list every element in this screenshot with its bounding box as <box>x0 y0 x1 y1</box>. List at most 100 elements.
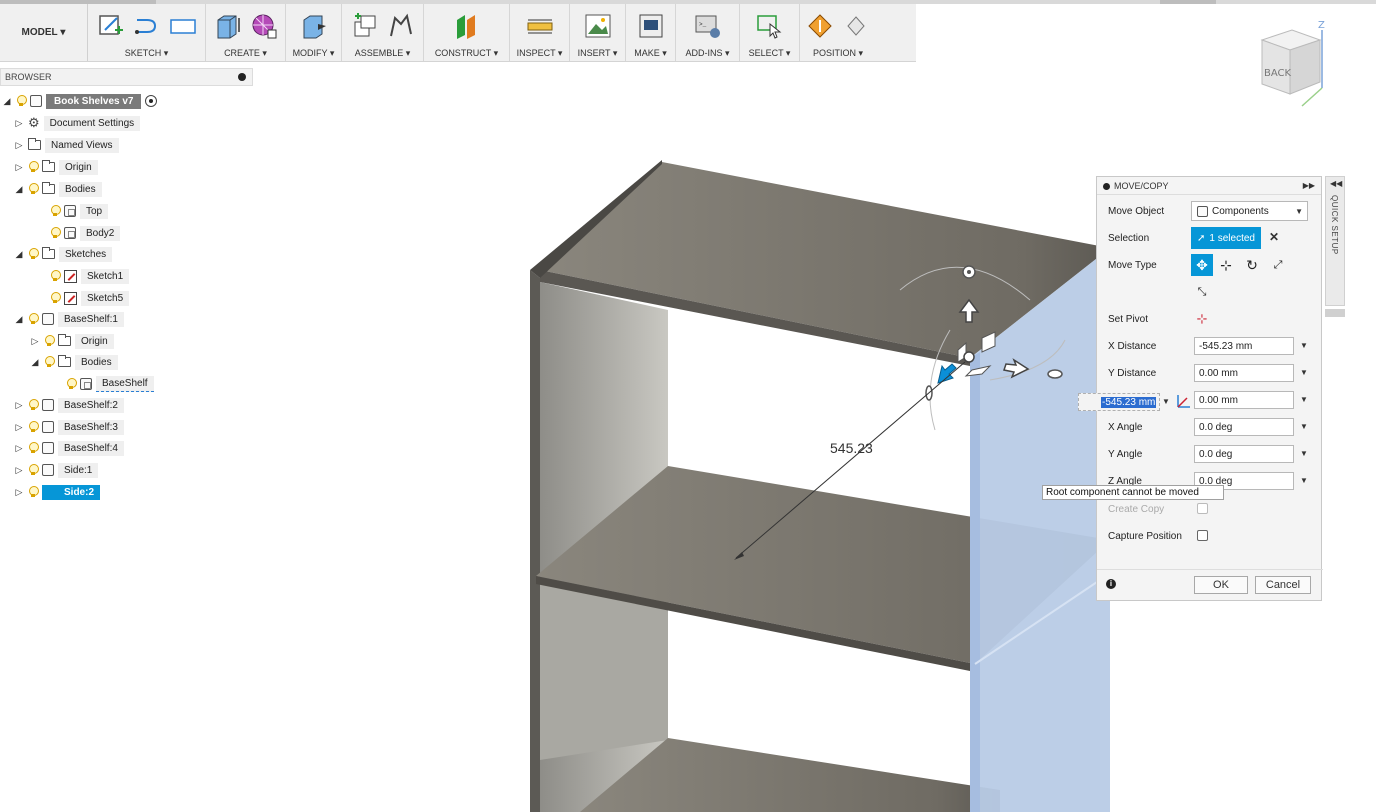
tree-item-named-views[interactable]: ▷ Named Views <box>14 136 119 154</box>
tree-item-baseshelf-body[interactable]: BaseShelf <box>66 375 154 393</box>
visibility-bulb-icon[interactable] <box>28 442 39 454</box>
tree-item-baseshelf-1[interactable]: ◢ BaseShelf:1 <box>14 310 124 328</box>
move-object-dropdown[interactable]: Components ▼ <box>1191 201 1308 221</box>
selection-button[interactable]: ➚ 1 selected <box>1191 227 1261 249</box>
visibility-bulb-icon[interactable] <box>28 464 39 476</box>
panel-handle[interactable] <box>1325 309 1345 317</box>
visibility-bulb-icon[interactable] <box>28 183 39 195</box>
tree-item-bodies[interactable]: ◢ Bodies <box>14 180 102 198</box>
visibility-bulb-icon[interactable] <box>28 161 39 173</box>
toolbar-group-select[interactable]: SELECT ▾ <box>740 4 800 61</box>
visibility-bulb-icon[interactable] <box>28 313 39 325</box>
toolbar-group-addins[interactable]: >_ ADD-INS ▾ <box>676 4 740 61</box>
tree-root[interactable]: ◢ Book Shelves v7 <box>2 92 158 110</box>
chevron-down-icon[interactable]: ▼ <box>1300 368 1308 377</box>
expand-triangle-icon[interactable]: ▷ <box>14 400 24 410</box>
tree-item-sketches[interactable]: ◢ Sketches <box>14 245 113 263</box>
expand-triangle-icon[interactable]: ▷ <box>14 140 24 150</box>
chevron-down-icon[interactable]: ▼ <box>1300 341 1308 350</box>
joint-icon[interactable] <box>387 12 415 40</box>
collapse-triangle-icon[interactable]: ◢ <box>30 357 40 367</box>
visibility-bulb-icon[interactable] <box>50 227 61 239</box>
tree-item-side-1[interactable]: ▷ Side:1 <box>14 461 99 479</box>
capture-position-icon[interactable] <box>806 12 834 40</box>
y-angle-input[interactable]: 0.0 deg <box>1194 445 1294 463</box>
toolbar-group-create[interactable]: CREATE ▾ <box>206 4 286 61</box>
activate-radio-icon[interactable] <box>145 95 158 107</box>
toolbar-group-sketch[interactable]: SKETCH ▾ <box>88 4 206 61</box>
expand-dialog-icon[interactable]: ▶▶ <box>1303 181 1315 190</box>
chevron-down-icon[interactable]: ▼ <box>1300 395 1308 404</box>
x-distance-input[interactable]: -545.23 mm <box>1194 337 1294 355</box>
expand-triangle-icon[interactable]: ▷ <box>14 422 24 432</box>
collapse-triangle-icon[interactable]: ◢ <box>14 249 24 259</box>
point-to-point-icon[interactable]: ⤢ <box>1267 254 1289 276</box>
visibility-bulb-icon[interactable] <box>28 248 39 260</box>
visibility-bulb-icon[interactable] <box>28 486 39 498</box>
create-copy-checkbox[interactable] <box>1197 503 1208 514</box>
browser-collapse-icon[interactable] <box>238 73 246 81</box>
x-angle-input[interactable]: 0.0 deg <box>1194 418 1294 436</box>
press-pull-icon[interactable] <box>300 12 328 40</box>
3d-print-icon[interactable] <box>637 12 665 40</box>
sketch-line-icon[interactable] <box>133 12 161 40</box>
measure-icon[interactable] <box>526 12 554 40</box>
visibility-bulb-icon[interactable] <box>44 356 55 368</box>
toolbar-group-position[interactable]: POSITION ▾ <box>800 4 876 61</box>
tree-item-baseshelf-2[interactable]: ▷ BaseShelf:2 <box>14 396 124 414</box>
view-cube[interactable]: BACK Z <box>1252 18 1332 108</box>
free-move-icon[interactable]: ✥ <box>1191 254 1213 276</box>
tree-item-top[interactable]: Top <box>50 202 109 220</box>
visibility-bulb-icon[interactable] <box>16 95 27 107</box>
tree-item-sketch1[interactable]: Sketch1 <box>50 267 130 285</box>
create-form-icon[interactable] <box>250 12 278 40</box>
quick-setup-tab[interactable]: ◀◀ QUICK SETUP <box>1325 176 1345 306</box>
tree-item-body2[interactable]: Body2 <box>50 224 121 242</box>
collapse-triangle-icon[interactable]: ◢ <box>2 96 12 106</box>
workspace-switcher[interactable]: MODEL ▾ <box>0 4 88 61</box>
info-icon[interactable]: i <box>1106 579 1116 589</box>
extrude-icon[interactable] <box>214 12 242 40</box>
visibility-bulb-icon[interactable] <box>28 421 39 433</box>
rotate-icon[interactable]: ↻ <box>1241 254 1263 276</box>
dialog-collapse-icon[interactable] <box>1103 182 1110 190</box>
expand-triangle-icon[interactable]: ▷ <box>14 465 24 475</box>
visibility-bulb-icon[interactable] <box>50 205 61 217</box>
insert-image-icon[interactable] <box>584 12 612 40</box>
cancel-button[interactable]: Cancel <box>1255 576 1311 594</box>
visibility-bulb-icon[interactable] <box>44 335 55 347</box>
clear-selection-icon[interactable]: ✕ <box>1269 230 1279 244</box>
visibility-bulb-icon[interactable] <box>50 292 61 304</box>
chevron-down-icon[interactable]: ▼ <box>1300 422 1308 431</box>
expand-triangle-icon[interactable]: ▷ <box>14 118 24 128</box>
sketch-rectangle-icon[interactable] <box>169 12 197 40</box>
y-distance-input[interactable]: 0.00 mm <box>1194 364 1294 382</box>
expand-triangle-icon[interactable]: ▷ <box>30 336 40 346</box>
tree-item-document-settings[interactable]: ▷ ⚙ Document Settings <box>14 114 141 132</box>
select-icon[interactable] <box>756 12 784 40</box>
translate-icon[interactable]: ⊹ <box>1215 254 1237 276</box>
new-component-icon[interactable] <box>351 12 379 40</box>
dialog-header[interactable]: MOVE/COPY ▶▶ <box>1097 177 1321 195</box>
expand-triangle-icon[interactable]: ▷ <box>14 162 24 172</box>
revert-position-icon[interactable] <box>842 12 870 40</box>
offset-plane-icon[interactable] <box>453 12 481 40</box>
floating-distance-input[interactable]: -545.23 mm <box>1078 393 1160 411</box>
visibility-bulb-icon[interactable] <box>28 399 39 411</box>
tree-item-origin-nested[interactable]: ▷ Origin <box>30 332 114 350</box>
scripts-addins-icon[interactable]: >_ <box>694 12 722 40</box>
expand-triangle-icon[interactable]: ▷ <box>14 443 24 453</box>
chevron-down-icon[interactable]: ▼ <box>1300 476 1308 485</box>
toolbar-group-construct[interactable]: CONSTRUCT ▾ <box>424 4 510 61</box>
z-distance-input[interactable]: 0.00 mm <box>1194 391 1294 409</box>
tree-item-origin[interactable]: ▷ Origin <box>14 158 98 176</box>
toolbar-group-inspect[interactable]: INSPECT ▾ <box>510 4 570 61</box>
tree-item-baseshelf-3[interactable]: ▷ BaseShelf:3 <box>14 418 124 436</box>
chevron-down-icon[interactable]: ▼ <box>1162 397 1170 406</box>
collapse-triangle-icon[interactable]: ◢ <box>14 184 24 194</box>
toolbar-group-insert[interactable]: INSERT ▾ <box>570 4 626 61</box>
chevron-down-icon[interactable]: ▼ <box>1300 449 1308 458</box>
visibility-bulb-icon[interactable] <box>50 270 61 282</box>
tree-item-baseshelf-4[interactable]: ▷ BaseShelf:4 <box>14 439 124 457</box>
toolbar-group-make[interactable]: MAKE ▾ <box>626 4 676 61</box>
